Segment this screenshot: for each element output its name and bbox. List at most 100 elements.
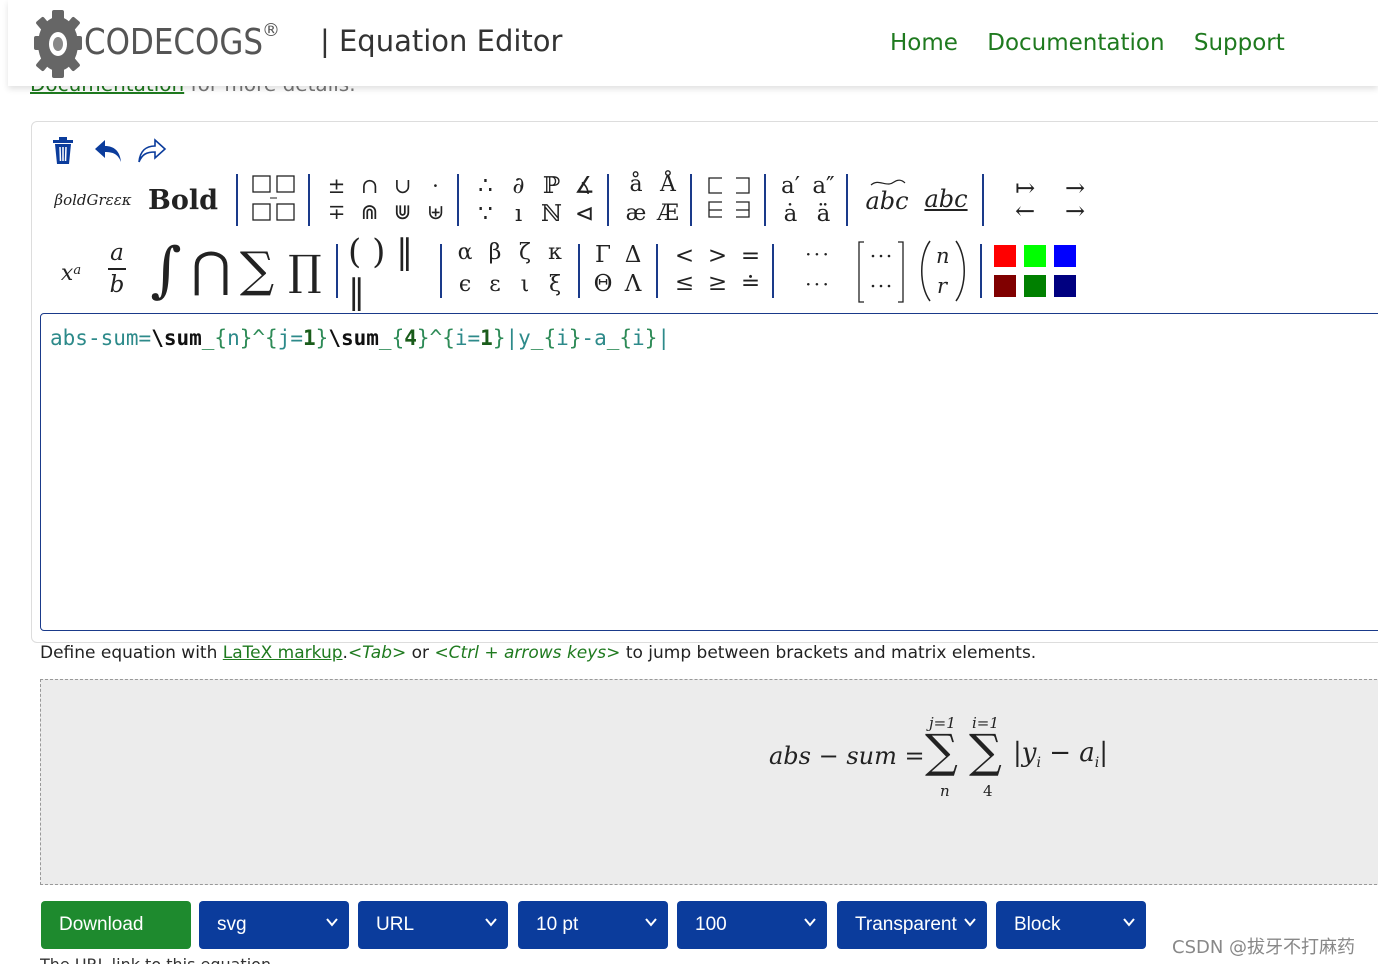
relation-top-1-button[interactable]: > <box>701 245 734 268</box>
matrix-dots-icon[interactable] <box>856 240 906 304</box>
operator-top-2-button[interactable]: ∪ <box>386 176 419 197</box>
power-button[interactable]: xa <box>56 258 86 288</box>
relation-top-2-button[interactable]: = <box>734 245 767 268</box>
logic-bottom-3-button[interactable]: ⊲ <box>568 203 601 226</box>
matrix-boxes-icon[interactable] <box>250 173 298 225</box>
sum1-sigma: ∑ <box>925 724 958 778</box>
prime-top-0-button[interactable]: a′ <box>774 175 807 198</box>
display-mode-select[interactable]: Block <box>996 901 1146 949</box>
nav-home-link[interactable]: Home <box>890 30 958 56</box>
latex-markup-link[interactable]: LaTeX markup <box>223 643 343 663</box>
download-button[interactable]: Download <box>41 901 191 949</box>
product-button[interactable]: ∏ <box>284 240 326 300</box>
greek-top-1-button[interactable]: β <box>480 242 510 264</box>
brackets-button[interactable]: ( ) ‖ ‖ <box>348 232 434 312</box>
ldots-button[interactable]: · · · <box>796 272 836 296</box>
nav-documentation-link[interactable]: Documentation <box>987 30 1164 56</box>
latex-input[interactable]: abs-sum=\sum_{n}^{j=1}\sum_{4}^{i=1}|y_{… <box>40 313 1378 631</box>
latex-token: 1 <box>303 326 316 350</box>
cdots-button[interactable]: · · · <box>796 242 836 266</box>
dpi-select[interactable]: 100 <box>677 901 827 949</box>
color-swatch[interactable] <box>1024 245 1046 267</box>
underline-button[interactable]: abc <box>924 184 968 214</box>
color-swatch[interactable] <box>994 245 1016 267</box>
arrow-bottom-1-button[interactable]: → <box>1050 199 1100 223</box>
prime-bottom-0-button[interactable]: ȧ <box>774 203 807 226</box>
hint-tab-key: <Tab> <box>347 643 407 663</box>
color-swatch[interactable] <box>994 275 1016 297</box>
arrow-bottom-0-button[interactable]: ← <box>1000 199 1050 223</box>
latex-token: i <box>454 326 468 350</box>
latex-token: } <box>644 326 658 350</box>
logic-bottom-2-button[interactable]: ℕ <box>535 203 568 226</box>
undo-icon[interactable] <box>93 138 123 164</box>
binomial-button[interactable]: n r <box>918 238 968 304</box>
chevron-down-icon <box>326 918 338 927</box>
greek-bottom-3-button[interactable]: ξ <box>540 274 570 296</box>
relation-bottom-1-button[interactable]: ≥ <box>701 272 734 295</box>
color-swatch[interactable] <box>1024 275 1046 297</box>
greek-top-3-button[interactable]: κ <box>540 242 570 264</box>
greek-top-2-button[interactable]: ζ <box>510 242 540 264</box>
toolbar-separator <box>772 244 774 298</box>
greek-capital-top-1-button[interactable]: Δ <box>618 244 648 267</box>
logic-bottom-0-button[interactable]: ∵ <box>469 203 502 226</box>
greek-bottom-1-button[interactable]: ε <box>480 274 510 296</box>
greek-capital-bottom-0-button[interactable]: Θ <box>588 273 618 296</box>
accent-top-0-button[interactable]: å <box>620 174 652 196</box>
logic-top-0-button[interactable]: ∴ <box>469 175 502 198</box>
bigcap-button[interactable]: ⋂ <box>191 240 230 300</box>
greek-capital-top-0-button[interactable]: Γ <box>588 244 618 267</box>
operator-top-0-button[interactable]: ± <box>320 176 353 197</box>
download-label: Download <box>59 914 144 935</box>
accent-bottom-0-button[interactable]: æ <box>620 203 652 225</box>
power-exponent: a <box>73 262 82 278</box>
logic-top-1-button[interactable]: ∂ <box>502 175 535 198</box>
operator-bottom-1-button[interactable]: ⋒ <box>353 202 386 223</box>
operator-top-1-button[interactable]: ∩ <box>353 176 386 197</box>
accent-bottom-1-button[interactable]: Æ <box>652 203 684 225</box>
chevron-down-icon <box>645 918 657 927</box>
bold-button[interactable]: Bold <box>148 182 218 218</box>
relation-top-0-button[interactable]: < <box>668 245 701 268</box>
bold-greek-button[interactable]: βoldGrεεκ <box>50 186 136 214</box>
greek-capital-bottom-1-button[interactable]: Λ <box>618 273 648 296</box>
nav-support-link[interactable]: Support <box>1194 30 1285 56</box>
operator-bottom-3-button[interactable]: ⊎ <box>419 202 452 223</box>
relation-bottom-0-button[interactable]: ≤ <box>668 272 701 295</box>
operator-bottom-2-button[interactable]: ⋓ <box>386 202 419 223</box>
color-swatch[interactable] <box>1054 245 1076 267</box>
color-swatch[interactable] <box>1054 275 1076 297</box>
prime-bottom-1-button[interactable]: ä <box>807 203 840 226</box>
chevron-down-icon <box>1123 918 1135 927</box>
logic-top-3-button[interactable]: ∡ <box>568 175 601 198</box>
bracket-boxes-icon[interactable] <box>704 174 754 224</box>
trash-icon[interactable] <box>52 137 74 165</box>
logic-bottom-1-button[interactable]: ı <box>502 203 535 226</box>
accent-top-1-button[interactable]: Å <box>652 174 684 196</box>
greek-bottom-2-button[interactable]: ι <box>510 274 540 296</box>
redo-icon[interactable] <box>137 138 167 164</box>
prime-top-1-button[interactable]: a″ <box>807 175 840 198</box>
widetilde-button[interactable]: abc <box>864 186 910 216</box>
operator-bottom-0-button[interactable]: ∓ <box>320 202 353 223</box>
fraction-button[interactable]: a b <box>102 236 132 302</box>
link-type-select[interactable]: URL <box>358 901 508 949</box>
integral-button[interactable]: ∫ <box>146 235 186 305</box>
greek-bottom-0-button[interactable]: ϵ <box>450 274 480 296</box>
binomial-bottom: r <box>937 274 948 298</box>
greek-top-0-button[interactable]: α <box>450 242 480 264</box>
url-caption: The URL link to this equation <box>40 955 271 964</box>
relation-bottom-2-button[interactable]: ≐ <box>734 272 767 295</box>
logic-top-2-button[interactable]: ℙ <box>535 175 568 198</box>
toolbar-separator <box>982 174 984 226</box>
background-select[interactable]: Transparent <box>837 901 987 949</box>
equation-body: |yi − ai| <box>1013 738 1108 771</box>
chevron-down-icon <box>964 918 976 927</box>
sum-button[interactable]: ∑ <box>234 240 280 300</box>
operator-top-3-button[interactable]: · <box>419 176 452 197</box>
font-size-select[interactable]: 10 pt <box>518 901 668 949</box>
format-select[interactable]: svg <box>199 901 349 949</box>
codecogs-gear-logo-icon[interactable] <box>32 8 84 80</box>
fraction-bar <box>108 268 126 270</box>
